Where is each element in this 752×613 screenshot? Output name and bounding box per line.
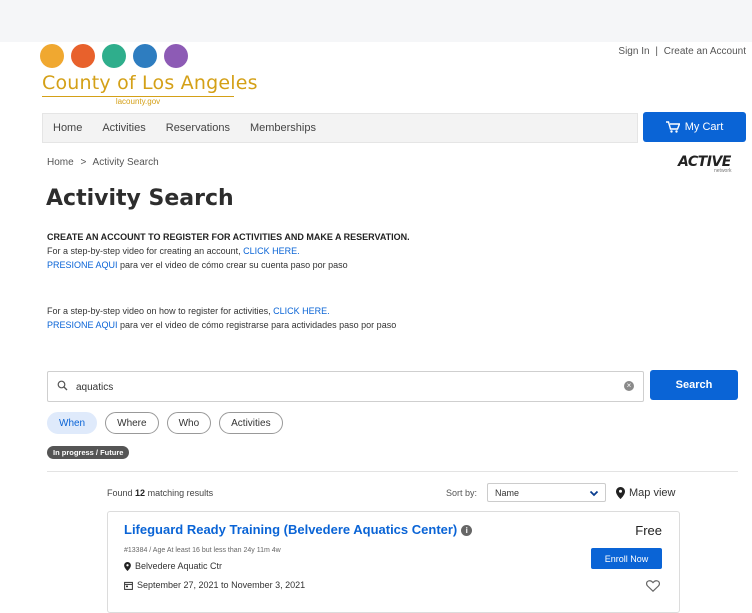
activity-card: Lifeguard Ready Training (Belvedere Aqua… bbox=[107, 511, 680, 613]
results-prefix: Found bbox=[107, 488, 133, 498]
info-line-3-text: For a step-by-step video on how to regis… bbox=[47, 306, 271, 316]
activity-title-wrap: Lifeguard Ready Training (Belvedere Aqua… bbox=[124, 522, 473, 537]
info-heading: CREATE AN ACCOUNT TO REGISTER FOR ACTIVI… bbox=[47, 232, 410, 242]
info-line-1-text: For a step-by-step video for creating an… bbox=[47, 246, 241, 256]
breadcrumb: Home > Activity Search bbox=[47, 157, 159, 168]
map-view-toggle[interactable]: Map view bbox=[616, 487, 675, 499]
info-line-2-text: para ver el video de cómo crear su cuent… bbox=[120, 260, 348, 270]
search-box: × bbox=[47, 371, 644, 402]
sort-label: Sort by: bbox=[446, 488, 478, 498]
nav-activities[interactable]: Activities bbox=[92, 122, 155, 134]
create-account-video-link-es[interactable]: PRESIONE AQUI bbox=[47, 260, 118, 270]
map-view-label: Map view bbox=[629, 487, 676, 499]
info-icon[interactable]: i bbox=[461, 525, 473, 536]
main-nav: Home Activities Reservations Memberships bbox=[42, 113, 638, 143]
county-logo-subtext: lacounty.gov bbox=[42, 96, 234, 106]
divider bbox=[47, 471, 738, 472]
search-input[interactable] bbox=[74, 377, 638, 397]
results-suffix: matching results bbox=[147, 488, 214, 498]
enroll-now-button[interactable]: Enroll Now bbox=[591, 548, 662, 569]
nav-memberships[interactable]: Memberships bbox=[240, 122, 326, 134]
heart-icon[interactable] bbox=[646, 580, 660, 592]
filter-when[interactable]: When bbox=[47, 412, 98, 434]
info-line-4: PRESIONE AQUI para ver el video de cómo … bbox=[47, 319, 396, 331]
filter-where[interactable]: Where bbox=[105, 412, 159, 434]
county-logo-text[interactable]: County of Los Angeles bbox=[42, 72, 258, 94]
palm-tree-icon bbox=[164, 44, 188, 68]
breadcrumb-home[interactable]: Home bbox=[47, 157, 74, 168]
map-pin-icon bbox=[616, 487, 625, 499]
activity-dates: September 27, 2021 to November 3, 2021 bbox=[124, 580, 305, 590]
breadcrumb-current: Activity Search bbox=[92, 157, 159, 168]
register-video-link[interactable]: CLICK HERE. bbox=[273, 306, 330, 316]
search-icon bbox=[57, 380, 68, 391]
my-cart-button[interactable]: My Cart bbox=[643, 112, 746, 142]
info-line-4-text: para ver el video de cómo registrarse pa… bbox=[120, 320, 397, 330]
link-separator: | bbox=[655, 46, 658, 57]
chevron-down-icon bbox=[589, 490, 599, 497]
nav-reservations[interactable]: Reservations bbox=[156, 122, 240, 134]
breadcrumb-separator: > bbox=[80, 157, 87, 168]
filter-who[interactable]: Who bbox=[166, 412, 212, 434]
my-cart-label: My Cart bbox=[684, 121, 724, 133]
results-number: 12 bbox=[135, 488, 146, 498]
cart-icon bbox=[665, 121, 680, 133]
active-network-subtext: network bbox=[714, 168, 732, 174]
wave-icon bbox=[133, 44, 157, 68]
calendar-icon bbox=[124, 581, 133, 590]
filter-pills: When Where Who Activities bbox=[47, 412, 283, 434]
info-line-2: PRESIONE AQUI para ver el video de cómo … bbox=[47, 259, 348, 271]
sun-icon bbox=[40, 44, 64, 68]
page-title: Activity Search bbox=[46, 186, 234, 211]
nav-home[interactable]: Home bbox=[43, 122, 92, 134]
activity-price: Free bbox=[635, 523, 662, 538]
account-info-heading: CREATE AN ACCOUNT TO REGISTER FOR ACTIVI… bbox=[47, 231, 410, 243]
info-line-1: For a step-by-step video for creating an… bbox=[47, 245, 300, 257]
county-logo-icons[interactable] bbox=[40, 44, 188, 68]
sort-value: Name bbox=[495, 487, 520, 498]
sunset-icon bbox=[71, 44, 95, 68]
info-line-3: For a step-by-step video on how to regis… bbox=[47, 305, 330, 317]
filter-activities[interactable]: Activities bbox=[219, 412, 283, 434]
account-links: Sign In | Create an Account bbox=[618, 46, 746, 57]
activity-title-link[interactable]: Lifeguard Ready Training (Belvedere Aqua… bbox=[124, 522, 457, 537]
create-account-video-link[interactable]: CLICK HERE. bbox=[243, 246, 300, 256]
clear-search-icon[interactable]: × bbox=[624, 381, 634, 391]
active-filter-tag[interactable]: In progress / Future bbox=[47, 446, 130, 459]
location-pin-icon bbox=[124, 561, 131, 571]
activity-meta: #13384 / Age At least 16 but less than 2… bbox=[124, 547, 281, 554]
register-video-link-es[interactable]: PRESIONE AQUI bbox=[47, 320, 118, 330]
sort-select[interactable]: Name bbox=[487, 483, 606, 502]
activity-location-text: Belvedere Aquatic Ctr bbox=[135, 561, 223, 571]
activity-location: Belvedere Aquatic Ctr bbox=[124, 561, 222, 571]
mountain-icon bbox=[102, 44, 126, 68]
top-strip bbox=[0, 0, 752, 42]
search-button[interactable]: Search bbox=[650, 370, 738, 400]
sign-in-link[interactable]: Sign In bbox=[618, 46, 649, 57]
results-count: Found 12 matching results bbox=[107, 488, 213, 498]
activity-dates-text: September 27, 2021 to November 3, 2021 bbox=[137, 580, 306, 590]
create-account-link[interactable]: Create an Account bbox=[664, 46, 746, 57]
